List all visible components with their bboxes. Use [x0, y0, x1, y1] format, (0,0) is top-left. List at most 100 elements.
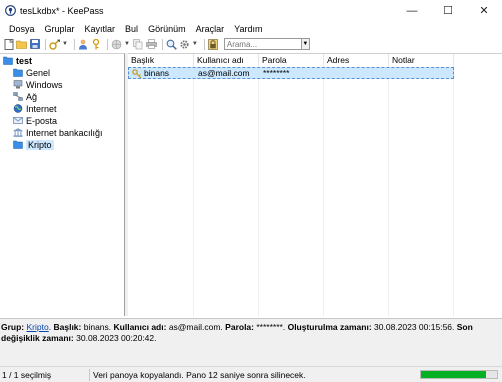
menu-entries[interactable]: Kayıtlar [80, 24, 121, 34]
detail-label: Parola: [225, 322, 254, 332]
progress-fill [421, 371, 486, 378]
detail-value: 30.08.2023 00:15:56. [374, 322, 455, 332]
detail-value: 30.08.2023 00:20:42. [76, 333, 157, 343]
window-title: tesLkdbx* - KeePass [20, 5, 104, 16]
tree-item-genel[interactable]: Genel [13, 67, 50, 78]
detail-label: Grup: [1, 322, 25, 332]
new-icon[interactable] [3, 38, 14, 50]
group-link[interactable]: Kripto [27, 322, 49, 332]
tree-item-ag[interactable]: Ağ [13, 91, 37, 102]
tree-item-label: Genel [26, 67, 51, 78]
entry-title: binans [144, 68, 170, 78]
chevron-down-icon[interactable]: ▼ [62, 41, 68, 47]
lock-icon[interactable] [208, 38, 219, 50]
chevron-down-icon[interactable]: ▼ [124, 41, 130, 47]
network-icon [13, 92, 23, 101]
tree-item-label: Ağ [26, 91, 38, 102]
clipboard-timer-progress [420, 370, 498, 379]
toolbar-separator [161, 38, 163, 50]
table-row[interactable]: binans as@mail.com ******** [128, 67, 454, 79]
menu-bar: Dosya Gruplar Kayıtlar Bul Görünüm Araçl… [0, 21, 502, 36]
column-divider [323, 66, 324, 317]
bank-icon [13, 128, 23, 137]
selection-count: 1 / 1 seçilmiş [0, 368, 90, 381]
entry-details-text: Grup: Kripto. Başlık: binans. Kullanıcı … [1, 322, 501, 344]
entry-list: Başlık Kullanıcı adı Parola Adres Notlar… [128, 53, 502, 317]
toolbar-separator [73, 38, 75, 50]
print-icon[interactable] [146, 39, 157, 50]
cell-title: binans [129, 68, 169, 78]
status-message: Veri panoya kopyalandı. Pano 12 saniye s… [93, 369, 306, 380]
detail-punct: . [48, 322, 52, 332]
folder-open-icon [3, 56, 13, 65]
globe-icon [13, 104, 23, 113]
folder-icon [13, 140, 23, 149]
entry-password: ******** [263, 68, 290, 78]
column-divider [388, 66, 389, 317]
tree-item-label: Windows [26, 79, 63, 90]
open-icon[interactable] [16, 39, 27, 50]
menu-help[interactable]: Yardım [229, 24, 267, 34]
column-divider [193, 66, 194, 317]
title-bar: tesLkdbx* - KeePass — ☐ ✕ [0, 0, 502, 21]
entry-username: as@mail.com [198, 68, 250, 78]
folder-icon [13, 68, 23, 77]
detail-value: ********. [256, 322, 286, 332]
column-header-username[interactable]: Kullanıcı adı [194, 54, 259, 66]
add-entry-icon[interactable] [49, 39, 60, 50]
save-icon[interactable] [29, 39, 40, 50]
menu-file[interactable]: Dosya [4, 24, 40, 34]
column-header-notes[interactable]: Notlar [389, 54, 454, 66]
entry-details-panel: Grup: Kripto. Başlık: binans. Kullanıcı … [0, 318, 502, 366]
menu-view[interactable]: Görünüm [143, 24, 191, 34]
email-icon [13, 117, 23, 124]
column-header-password[interactable]: Parola [259, 54, 324, 66]
tree-item-kripto[interactable]: Kripto [13, 139, 54, 150]
menu-tools[interactable]: Araçlar [191, 24, 230, 34]
entry-notes [390, 68, 393, 78]
column-header-title[interactable]: Başlık [128, 54, 194, 66]
key-icon[interactable] [91, 38, 102, 50]
detail-label: Kullanıcı adı: [113, 322, 167, 332]
tree-item-label: Kripto [26, 139, 54, 150]
tree-item-label: Internet [26, 103, 57, 114]
copy-icon[interactable] [133, 38, 144, 50]
entry-url [325, 68, 328, 78]
search-input[interactable] [223, 38, 302, 50]
column-divider [258, 66, 259, 317]
search-dropdown-button[interactable]: ▼ [301, 38, 310, 50]
toolbar-separator [203, 38, 205, 50]
toolbar-separator [45, 38, 46, 50]
menu-find[interactable]: Bul [120, 24, 143, 34]
close-button[interactable]: ✕ [466, 0, 502, 21]
keepass-app-icon [5, 5, 16, 16]
tree-item-eposta[interactable]: E-posta [13, 115, 57, 126]
key-icon [132, 68, 142, 78]
group-tree: test Genel Windows Ağ Internet E-posta I… [0, 53, 125, 316]
detail-value: binans. [83, 322, 112, 332]
chevron-down-icon: ▼ [302, 41, 309, 47]
user-key-icon[interactable] [78, 39, 89, 50]
column-header-url[interactable]: Adres [324, 54, 389, 66]
tree-item-label: test [16, 55, 33, 66]
globe-icon[interactable] [111, 39, 122, 50]
maximize-button[interactable]: ☐ [430, 0, 466, 21]
tree-item-internet-banking[interactable]: Internet bankacılığı [13, 127, 103, 138]
window-controls: — ☐ ✕ [394, 0, 502, 21]
tree-item-label: Internet bankacılığı [26, 127, 103, 138]
column-divider [453, 66, 454, 317]
detail-value: as@mail.com. [168, 322, 223, 332]
detail-label: Oluşturulma zamanı: [287, 322, 372, 332]
menu-groups[interactable]: Gruplar [40, 24, 80, 34]
detail-label: Başlık: [53, 322, 82, 332]
tree-item-label: E-posta [26, 115, 58, 126]
tree-item-windows[interactable]: Windows [13, 79, 63, 90]
find-icon[interactable] [166, 39, 177, 50]
tree-item-internet[interactable]: Internet [13, 103, 57, 114]
chevron-down-icon[interactable]: ▼ [192, 41, 198, 47]
toolbar-separator [106, 38, 108, 50]
windows-pc-icon [13, 80, 23, 89]
settings-icon[interactable] [179, 39, 190, 50]
tree-item-root[interactable]: test [3, 55, 32, 66]
minimize-button[interactable]: — [394, 0, 430, 21]
